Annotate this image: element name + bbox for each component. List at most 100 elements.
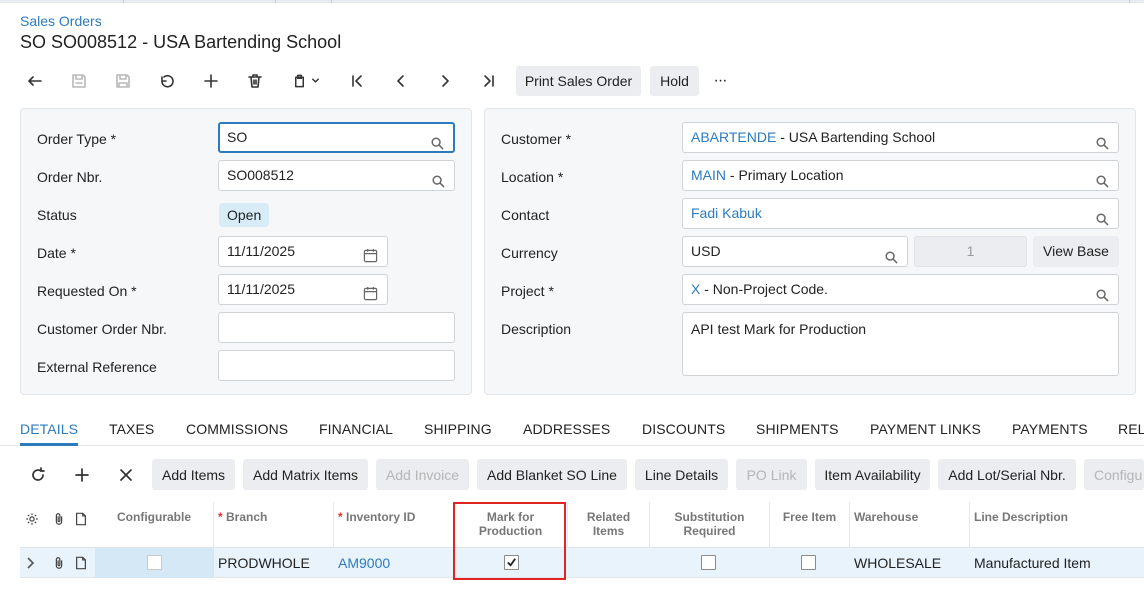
cell-substitution-required[interactable] — [650, 548, 770, 578]
order-type-field[interactable]: SO — [218, 122, 455, 153]
cell-free-item[interactable] — [770, 548, 850, 578]
status-label: Status — [37, 207, 77, 223]
row-attachment-icon[interactable] — [49, 548, 71, 578]
col-branch[interactable]: * Branch — [214, 502, 334, 548]
row-note-icon[interactable] — [72, 548, 94, 578]
order-nbr-field[interactable]: SO008512 — [218, 160, 455, 191]
contact-link[interactable]: Fadi Kabuk — [691, 205, 762, 221]
col-configurable[interactable]: Configurable — [95, 502, 214, 548]
table-row[interactable]: PRODWHOLE AM9000 WHOLESALE Manufactured … — [20, 548, 1144, 578]
note-icon — [72, 502, 94, 548]
tab-shipments[interactable]: SHIPMENTS — [756, 421, 839, 437]
add-lot-serial-button[interactable]: Add Lot/Serial Nbr. — [938, 459, 1076, 490]
delete-row-icon[interactable] — [111, 459, 141, 490]
tab-related[interactable]: REL — [1118, 421, 1144, 437]
cell-related-items[interactable] — [568, 548, 650, 578]
description-label: Description — [501, 321, 572, 337]
undo-icon[interactable] — [152, 66, 182, 96]
refresh-icon[interactable] — [23, 459, 53, 490]
project-field[interactable]: X - Non-Project Code. — [682, 274, 1119, 305]
substitution-required-checkbox[interactable] — [701, 555, 716, 570]
add-invoice-button[interactable]: Add Invoice — [376, 459, 469, 490]
col-related-items[interactable]: Related Items — [568, 502, 650, 548]
copy-paste-icon[interactable] — [286, 66, 326, 96]
po-link-button[interactable]: PO Link — [736, 459, 807, 490]
next-record-icon[interactable] — [430, 66, 460, 96]
breadcrumb[interactable]: Sales Orders — [20, 13, 102, 29]
customer-label: Customer * — [501, 131, 572, 147]
hold-button[interactable]: Hold — [650, 66, 699, 96]
tab-details[interactable]: DETAILS — [20, 421, 78, 437]
location-field[interactable]: MAIN - Primary Location — [682, 160, 1119, 191]
highlight-box — [453, 502, 566, 580]
project-link[interactable]: X — [691, 281, 700, 297]
configure-button[interactable]: Configu — [1084, 459, 1144, 490]
col-inventory-id[interactable]: * Inventory ID — [334, 502, 454, 548]
tab-financial[interactable]: FINANCIAL — [319, 421, 393, 437]
free-item-checkbox[interactable] — [801, 555, 816, 570]
search-icon[interactable] — [431, 132, 444, 150]
first-record-icon[interactable] — [342, 66, 372, 96]
previous-record-icon[interactable] — [386, 66, 416, 96]
search-icon[interactable] — [885, 245, 898, 264]
add-row-icon[interactable] — [67, 459, 97, 490]
search-icon[interactable] — [1096, 283, 1109, 302]
search-icon[interactable] — [432, 169, 445, 188]
delete-icon[interactable] — [240, 66, 270, 96]
tab-shipping[interactable]: SHIPPING — [424, 421, 492, 437]
external-reference-label: External Reference — [37, 359, 157, 375]
add-items-button[interactable]: Add Items — [152, 459, 235, 490]
currency-label: Currency — [501, 245, 558, 261]
currency-field[interactable]: USD — [682, 236, 908, 267]
back-icon[interactable] — [20, 66, 50, 96]
tab-payment-links[interactable]: PAYMENT LINKS — [870, 421, 981, 437]
col-line-description[interactable]: Line Description — [970, 502, 1144, 548]
tab-taxes[interactable]: TAXES — [109, 421, 154, 437]
tab-payments[interactable]: PAYMENTS — [1012, 421, 1088, 437]
view-base-button[interactable]: View Base — [1033, 236, 1119, 267]
customer-order-nbr-field[interactable] — [218, 312, 455, 343]
cell-line-description[interactable]: Manufactured Item — [970, 548, 1144, 578]
date-field[interactable]: 11/11/2025 — [218, 236, 388, 267]
location-link[interactable]: MAIN — [691, 167, 726, 183]
add-blanket-so-line-button[interactable]: Add Blanket SO Line — [477, 459, 627, 490]
more-actions-button[interactable]: ··· — [706, 66, 734, 96]
col-warehouse[interactable]: Warehouse — [850, 502, 970, 548]
col-substitution-required[interactable]: Substitution Required — [650, 502, 770, 548]
save-close-icon[interactable] — [64, 66, 94, 96]
save-icon[interactable] — [108, 66, 138, 96]
last-record-icon[interactable] — [474, 66, 504, 96]
search-icon[interactable] — [1096, 131, 1109, 150]
expand-row-icon[interactable] — [24, 548, 44, 578]
add-icon[interactable] — [196, 66, 226, 96]
calendar-icon[interactable] — [363, 282, 378, 301]
add-matrix-items-button[interactable]: Add Matrix Items — [243, 459, 368, 490]
cell-warehouse[interactable]: WHOLESALE — [850, 548, 970, 578]
external-reference-field[interactable] — [218, 350, 455, 381]
requested-on-label: Requested On * — [37, 283, 137, 299]
customer-link[interactable]: ABARTENDE — [691, 129, 776, 145]
tab-discounts[interactable]: DISCOUNTS — [642, 421, 725, 437]
item-availability-button[interactable]: Item Availability — [815, 459, 930, 490]
tab-addresses[interactable]: ADDRESSES — [523, 421, 610, 437]
contact-field[interactable]: Fadi Kabuk — [682, 198, 1119, 229]
calendar-icon[interactable] — [363, 244, 378, 263]
project-label: Project * — [501, 283, 554, 299]
customer-order-nbr-label: Customer Order Nbr. — [37, 321, 167, 337]
cell-branch[interactable]: PRODWHOLE — [214, 548, 334, 578]
line-details-button[interactable]: Line Details — [635, 459, 728, 490]
page-title: SO SO008512 - USA Bartending School — [20, 32, 342, 52]
tab-commissions[interactable]: COMMISSIONS — [186, 421, 288, 437]
print-sales-order-button[interactable]: Print Sales Order — [516, 66, 641, 96]
col-free-item[interactable]: Free Item — [770, 502, 850, 548]
search-icon[interactable] — [1096, 169, 1109, 188]
active-tab-indicator — [20, 443, 78, 446]
currency-rate-field: 1 — [914, 236, 1027, 267]
search-icon[interactable] — [1096, 207, 1109, 226]
grid-settings-icon[interactable] — [20, 502, 45, 548]
description-textarea[interactable]: API test Mark for Production — [682, 312, 1119, 376]
cell-inventory-id-link[interactable]: AM9000 — [334, 548, 454, 578]
requested-on-field[interactable]: 11/11/2025 — [218, 274, 388, 305]
customer-field[interactable]: ABARTENDE - USA Bartending School — [682, 122, 1119, 153]
cell-configurable[interactable] — [95, 548, 214, 578]
